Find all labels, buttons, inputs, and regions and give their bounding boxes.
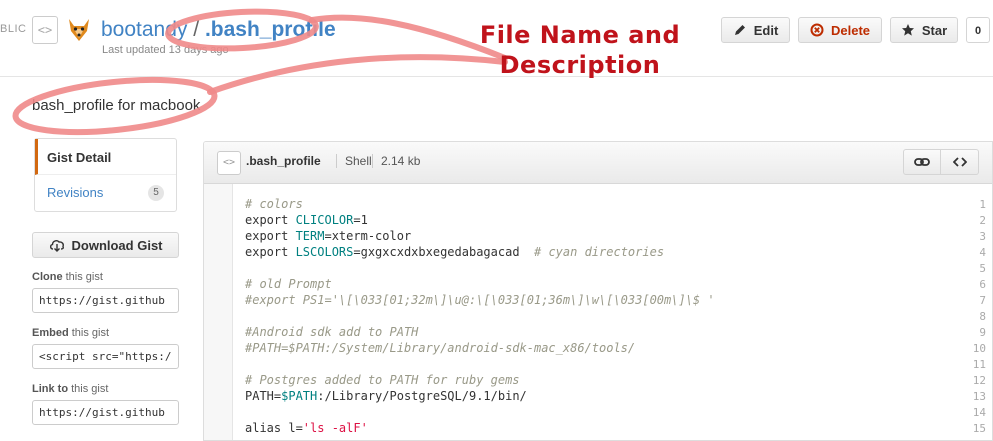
line-number: 13 bbox=[972, 390, 986, 403]
line-number: 10 bbox=[972, 342, 986, 355]
line-number: 1 bbox=[979, 198, 986, 211]
star-icon bbox=[901, 24, 914, 36]
title-separator: / bbox=[193, 18, 200, 41]
gist-description: bash_profile for macbook bbox=[32, 97, 201, 114]
line-number: 7 bbox=[979, 294, 986, 307]
code-line: # Postgres added to PATH for ruby gems bbox=[245, 373, 520, 387]
avatar[interactable] bbox=[66, 17, 92, 43]
visibility-label: BLIC bbox=[0, 23, 27, 35]
line-number: 12 bbox=[972, 374, 986, 387]
star-count[interactable]: 0 bbox=[966, 17, 990, 43]
line-number: 9 bbox=[979, 326, 986, 339]
nav-item-revisions[interactable]: Revisions 5 bbox=[35, 175, 176, 211]
code-line: #export PS1='\[\033[01;32m\]\u@:\[\033[0… bbox=[245, 293, 715, 307]
pencil-icon bbox=[734, 25, 745, 35]
gist-sidebar-nav: Gist Detail Revisions 5 bbox=[34, 138, 177, 212]
line-number: 11 bbox=[972, 358, 986, 371]
gist-file-link[interactable]: .bash_profile bbox=[205, 18, 336, 41]
link-url-input[interactable]: https://gist.github bbox=[32, 400, 179, 425]
link-icon bbox=[914, 158, 930, 166]
line-number: 15 bbox=[972, 422, 986, 435]
code-file-icon: <> bbox=[32, 16, 58, 44]
code-line: export CLICOLOR=1 bbox=[245, 213, 368, 227]
code-icon bbox=[952, 157, 967, 167]
clone-label: Clone this gist bbox=[32, 271, 103, 283]
embed-code-input[interactable]: <script src="https:/ bbox=[32, 344, 179, 369]
edit-button[interactable]: Edit bbox=[721, 17, 790, 43]
view-raw-button[interactable] bbox=[941, 149, 979, 175]
annotation-line2: Description bbox=[499, 51, 661, 79]
revisions-count-badge: 5 bbox=[148, 185, 164, 201]
file-box: <> .bash_profile Shell 2.14 kb 1 2 3 4 5… bbox=[203, 141, 993, 441]
line-number: 2 bbox=[979, 214, 986, 227]
line-number: 3 bbox=[979, 230, 986, 243]
code-line: #PATH=$PATH:/System/Library/android-sdk-… bbox=[245, 341, 636, 355]
annotation-callout: File Name and Description bbox=[465, 20, 695, 80]
line-number: 4 bbox=[979, 246, 986, 259]
code-file-icon: <> bbox=[217, 151, 241, 175]
download-gist-button[interactable]: Download Gist bbox=[32, 232, 179, 258]
owner-link[interactable]: bootandy bbox=[101, 18, 187, 41]
file-name[interactable]: .bash_profile bbox=[246, 154, 321, 168]
code-line: export TERM=xterm-color bbox=[245, 229, 412, 243]
download-label: Download Gist bbox=[71, 237, 163, 253]
code-line: #Android sdk add to PATH bbox=[245, 325, 419, 339]
revisions-label: Revisions bbox=[47, 185, 104, 200]
file-language: Shell bbox=[336, 154, 372, 168]
delete-circle-icon bbox=[810, 23, 824, 37]
delete-button[interactable]: Delete bbox=[798, 17, 882, 43]
permalink-button[interactable] bbox=[903, 149, 941, 175]
nav-item-gist-detail[interactable]: Gist Detail bbox=[35, 139, 176, 175]
edit-label: Edit bbox=[753, 22, 779, 38]
code-line: # colors bbox=[245, 197, 303, 211]
code-line: # old Prompt bbox=[245, 277, 332, 291]
line-number: 5 bbox=[979, 262, 986, 275]
star-button[interactable]: Star bbox=[890, 17, 958, 43]
last-updated: Last updated 13 days ago bbox=[102, 44, 229, 56]
star-label: Star bbox=[921, 22, 948, 38]
link-label: Link to this gist bbox=[32, 383, 109, 395]
file-header: <> .bash_profile Shell 2.14 kb bbox=[204, 142, 992, 184]
delete-label: Delete bbox=[830, 22, 871, 38]
line-number: 6 bbox=[979, 278, 986, 291]
file-size: 2.14 kb bbox=[372, 154, 420, 168]
code-line: PATH=$PATH:/Library/PostgreSQL/9.1/bin/ bbox=[245, 389, 527, 403]
line-number-gutter bbox=[204, 184, 233, 440]
line-number: 14 bbox=[972, 406, 986, 419]
line-number: 8 bbox=[979, 310, 986, 323]
embed-label: Embed this gist bbox=[32, 327, 110, 339]
cloud-download-icon bbox=[49, 240, 64, 252]
annotation-line1: File Name and bbox=[479, 21, 681, 49]
code-line: alias l='ls -alF' bbox=[245, 421, 368, 435]
clone-url-input[interactable]: https://gist.github bbox=[32, 288, 179, 313]
code-line: export LSCOLORS=gxgxcxdxbxegedabagacad #… bbox=[245, 245, 665, 259]
gist-title: bootandy / .bash_profile bbox=[101, 18, 336, 42]
